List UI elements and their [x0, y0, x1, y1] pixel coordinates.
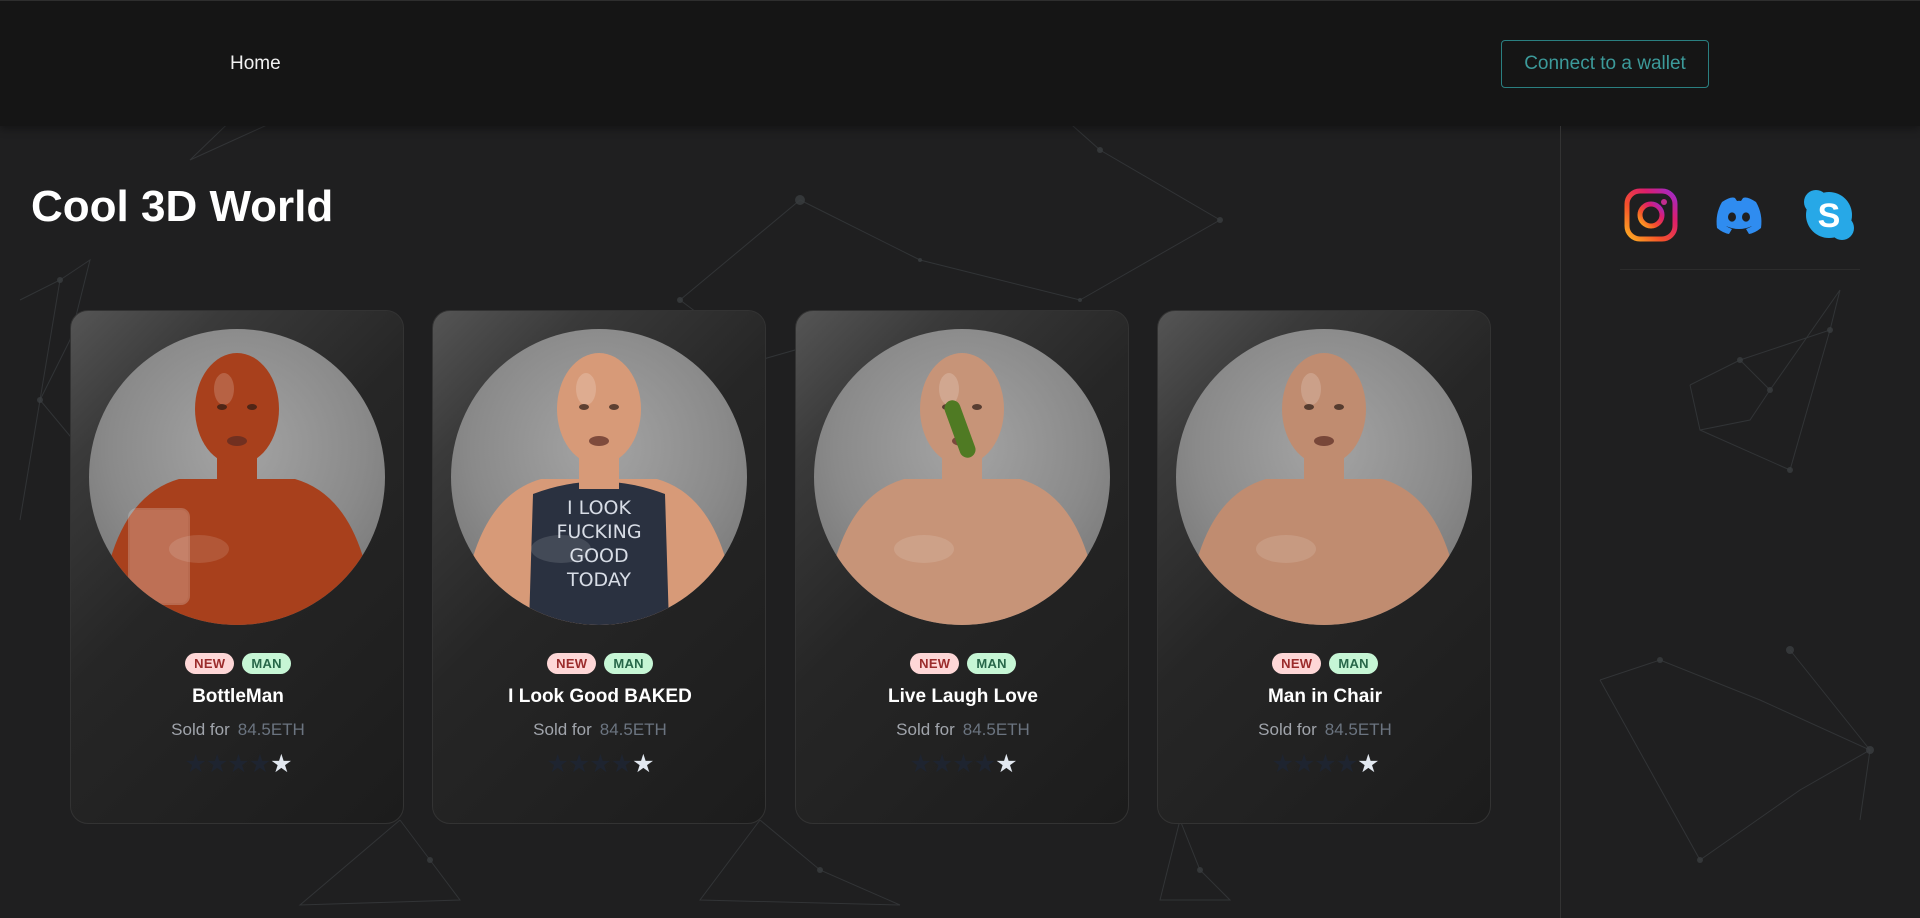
star-icon: ★ — [632, 750, 654, 778]
star-rating: ★★★★★ — [433, 752, 767, 777]
star-icon: ★ — [184, 750, 206, 778]
star-icon: ★ — [546, 750, 568, 778]
star-icon: ★ — [205, 750, 228, 778]
price-value: 84.5ETH — [237, 720, 305, 739]
star-icon: ★ — [952, 750, 974, 778]
sold-for-label: Sold for — [1258, 720, 1317, 739]
svg-text:TODAY: TODAY — [566, 569, 631, 591]
instagram-icon[interactable] — [1624, 188, 1678, 242]
character-avatar — [1176, 329, 1472, 625]
card-title: Man in Chair — [1267, 686, 1382, 707]
star-icon: ★ — [270, 750, 292, 778]
card-price: Sold for 84.5ETH — [796, 720, 1130, 740]
character-avatar: I LOOK FUCKING GOOD TODAY — [451, 329, 747, 625]
social-divider — [1620, 269, 1860, 270]
star-icon: ★ — [567, 750, 590, 778]
star-icon: ★ — [1314, 750, 1336, 778]
star-icon: ★ — [1292, 750, 1315, 778]
character-avatar — [89, 329, 385, 625]
nft-card[interactable]: NEW MAN Man in Chair Sold for 84.5ETH ★★★… — [1157, 310, 1491, 824]
skype-icon[interactable]: S — [1802, 188, 1856, 242]
price-value: 84.5ETH — [962, 720, 1030, 739]
nft-card[interactable]: I LOOK FUCKING GOOD TODAY NEW MAN I Look Go… — [432, 310, 766, 824]
character-avatar — [814, 329, 1110, 625]
new-badge: NEW — [1272, 653, 1322, 674]
man-badge: MAN — [1329, 653, 1378, 674]
discord-icon[interactable] — [1712, 188, 1766, 242]
star-icon: ★ — [248, 750, 271, 778]
sold-for-label: Sold for — [171, 720, 230, 739]
card-price: Sold for 84.5ETH — [71, 720, 405, 740]
new-badge: NEW — [910, 653, 960, 674]
svg-text:S: S — [1818, 197, 1841, 235]
nav-home-link[interactable]: Home — [230, 53, 281, 75]
page-title: Cool 3D World — [31, 182, 334, 231]
star-icon: ★ — [1271, 750, 1293, 778]
star-rating: ★★★★★ — [1158, 752, 1492, 777]
card-title: BottleMan — [192, 686, 284, 707]
star-rating: ★★★★★ — [71, 752, 405, 777]
connect-wallet-button[interactable]: Connect to a wallet — [1501, 40, 1709, 88]
man-badge: MAN — [967, 653, 1016, 674]
sold-for-label: Sold for — [533, 720, 592, 739]
star-icon: ★ — [930, 750, 953, 778]
card-price: Sold for 84.5ETH — [433, 720, 767, 740]
man-badge: MAN — [242, 653, 291, 674]
star-icon: ★ — [995, 750, 1017, 778]
sidebar-divider — [1560, 126, 1561, 918]
svg-text:I LOOK: I LOOK — [567, 497, 631, 519]
star-icon: ★ — [1357, 750, 1379, 778]
top-navbar: Home Connect to a wallet — [0, 0, 1920, 126]
card-price: Sold for 84.5ETH — [1158, 720, 1492, 740]
star-icon: ★ — [227, 750, 249, 778]
card-title: Live Laugh Love — [888, 686, 1038, 707]
nft-card[interactable]: NEW MAN BottleMan Sold for 84.5ETH ★★★★★ — [70, 310, 404, 824]
star-icon: ★ — [909, 750, 931, 778]
star-icon: ★ — [1335, 750, 1358, 778]
sold-for-label: Sold for — [896, 720, 955, 739]
nft-card[interactable]: NEW MAN Live Laugh Love Sold for 84.5ETH … — [795, 310, 1129, 824]
price-value: 84.5ETH — [599, 720, 667, 739]
star-icon: ★ — [610, 750, 633, 778]
star-rating: ★★★★★ — [796, 752, 1130, 777]
card-title: I Look Good BAKED — [508, 686, 692, 707]
man-badge: MAN — [604, 653, 653, 674]
new-badge: NEW — [185, 653, 235, 674]
price-value: 84.5ETH — [1324, 720, 1392, 739]
new-badge: NEW — [547, 653, 597, 674]
star-icon: ★ — [973, 750, 996, 778]
star-icon: ★ — [589, 750, 611, 778]
